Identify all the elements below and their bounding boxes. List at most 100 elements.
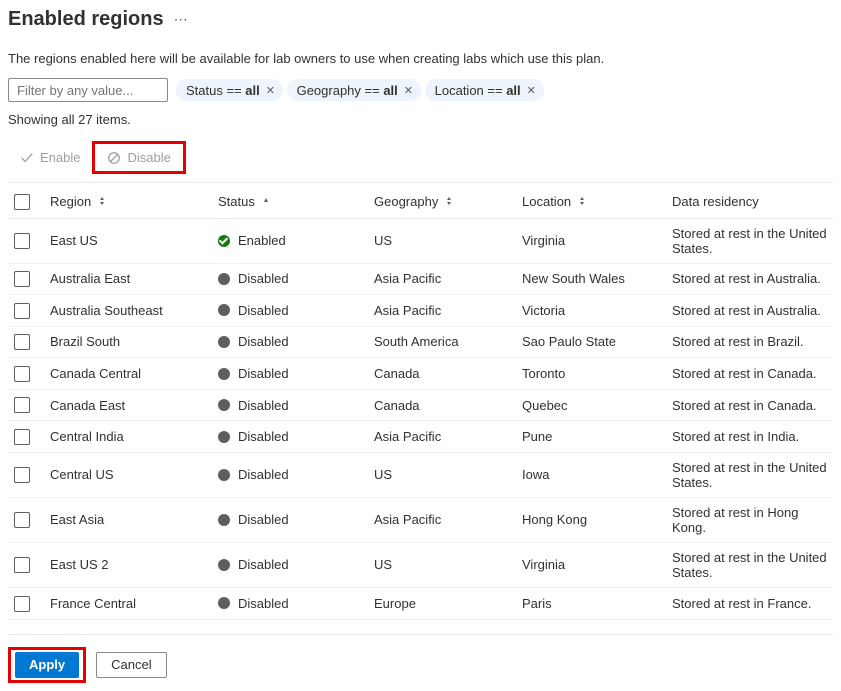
row-checkbox[interactable] — [14, 596, 30, 612]
cell-region: Central India — [44, 421, 212, 453]
col-region[interactable]: Region — [50, 194, 107, 209]
disable-button[interactable]: Disable — [99, 146, 178, 169]
cell-region: East Asia — [44, 497, 212, 542]
cell-status: Disabled — [218, 596, 362, 611]
row-checkbox[interactable] — [14, 303, 30, 319]
table-row: East USEnabledUSVirginiaStored at rest i… — [8, 218, 833, 263]
cell-geography: Asia Pacific — [368, 295, 516, 327]
select-all-checkbox[interactable] — [14, 194, 30, 210]
sort-both-icon — [577, 196, 587, 206]
cell-residency: Stored at rest in the United States. — [666, 542, 833, 587]
status-dot — [218, 431, 230, 443]
filter-chip[interactable]: Location == all✕ — [425, 79, 544, 101]
sort-both-icon — [444, 196, 454, 206]
status-dot — [218, 514, 230, 526]
cell-region: Canada Central — [44, 358, 212, 390]
filter-chip[interactable]: Geography == all✕ — [287, 79, 421, 101]
cell-region: Brazil South — [44, 326, 212, 358]
table-row: Australia EastDisabledAsia PacificNew So… — [8, 263, 833, 295]
col-geography[interactable]: Geography — [374, 194, 454, 209]
cell-location: Quebec — [516, 389, 666, 421]
cell-region: East US — [44, 218, 212, 263]
chip-close-icon[interactable]: ✕ — [266, 84, 275, 97]
cell-geography: Europe — [368, 587, 516, 619]
table-row: France Central Disabled EuropeParisStored … — [8, 587, 833, 619]
cell-residency: Stored at rest in Australia. — [666, 295, 833, 327]
status-dot — [218, 273, 230, 285]
col-location[interactable]: Location — [522, 194, 587, 209]
cell-status: Enabled — [218, 233, 362, 248]
apply-highlight: Apply — [8, 647, 86, 683]
cell-geography: US — [368, 542, 516, 587]
enable-label: Enable — [40, 150, 80, 165]
cell-status: Disabled — [218, 512, 362, 527]
cell-residency: Stored at rest in France. — [666, 587, 833, 619]
cancel-button[interactable]: Cancel — [96, 652, 166, 678]
status-dot — [218, 368, 230, 380]
table-row: East US 2 Disabled USVirginiaStored at res… — [8, 542, 833, 587]
cell-residency: Stored at rest in Hong Kong. — [666, 497, 833, 542]
cell-status: Disabled — [218, 334, 362, 349]
row-checkbox[interactable] — [14, 557, 30, 573]
cell-region: East US 2 — [44, 542, 212, 587]
table-row: Central USDisabledUSIowaStored at rest i… — [8, 452, 833, 497]
status-dot — [218, 336, 230, 348]
row-checkbox[interactable] — [14, 467, 30, 483]
cell-geography: Asia Pacific — [368, 263, 516, 295]
item-count: Showing all 27 items. — [8, 112, 833, 127]
chip-close-icon[interactable]: ✕ — [527, 84, 536, 97]
cell-status: Disabled — [218, 557, 362, 572]
cell-region: France Central — [44, 587, 212, 619]
cell-location: Paris — [516, 587, 666, 619]
table-row: Canada CentralDisabledCanadaTorontoStore… — [8, 358, 833, 390]
more-icon[interactable]: ⋯ — [174, 11, 188, 28]
status-dot — [218, 235, 230, 247]
cell-residency: Stored at rest in India. — [666, 421, 833, 453]
cell-geography: Asia Pacific — [368, 421, 516, 453]
cell-residency: Stored at rest in Canada. — [666, 358, 833, 390]
row-checkbox[interactable] — [14, 366, 30, 382]
cell-region: Central US — [44, 452, 212, 497]
col-residency[interactable]: Data residency — [672, 194, 759, 209]
page-title: Enabled regions — [8, 8, 164, 31]
cell-status: Disabled — [218, 271, 362, 286]
row-checkbox[interactable] — [14, 271, 30, 287]
row-checkbox[interactable] — [14, 397, 30, 413]
filter-input[interactable] — [8, 78, 168, 102]
table-row: Australia SoutheastDisabledAsia PacificV… — [8, 295, 833, 327]
row-checkbox[interactable] — [14, 233, 30, 249]
filter-chip[interactable]: Status == all✕ — [176, 79, 283, 101]
cell-status: Disabled — [218, 467, 362, 482]
table-row: Brazil SouthDisabledSouth AmericaSao Pau… — [8, 326, 833, 358]
col-status[interactable]: Status — [218, 194, 271, 209]
row-checkbox[interactable] — [14, 334, 30, 350]
cell-region: Canada East — [44, 389, 212, 421]
cell-geography: US — [368, 452, 516, 497]
cell-status: Disabled — [218, 429, 362, 444]
apply-button[interactable]: Apply — [15, 652, 79, 678]
cell-status: Disabled — [218, 366, 362, 381]
blocked-icon — [107, 151, 121, 165]
cell-location: Victoria — [516, 295, 666, 327]
cell-residency: Stored at rest in the United States. — [666, 218, 833, 263]
enable-button[interactable]: Enable — [12, 146, 88, 169]
cell-residency: Stored at rest in Brazil. — [666, 326, 833, 358]
cell-geography: Canada — [368, 389, 516, 421]
disable-highlight: Disable — [92, 141, 185, 174]
row-checkbox[interactable] — [14, 429, 30, 445]
cell-location: Virginia — [516, 542, 666, 587]
row-checkbox[interactable] — [14, 512, 30, 528]
cell-status: Disabled — [218, 398, 362, 413]
status-dot — [218, 304, 230, 316]
status-dot — [218, 399, 230, 411]
status-dot — [218, 597, 230, 609]
cell-location: Sao Paulo State — [516, 326, 666, 358]
cell-location: Hong Kong — [516, 497, 666, 542]
chip-close-icon[interactable]: ✕ — [404, 84, 413, 97]
cell-residency: Stored at rest in Canada. — [666, 389, 833, 421]
check-icon — [20, 151, 34, 165]
cell-geography: Canada — [368, 358, 516, 390]
cell-location: New South Wales — [516, 263, 666, 295]
status-dot — [218, 559, 230, 571]
cell-geography: US — [368, 218, 516, 263]
